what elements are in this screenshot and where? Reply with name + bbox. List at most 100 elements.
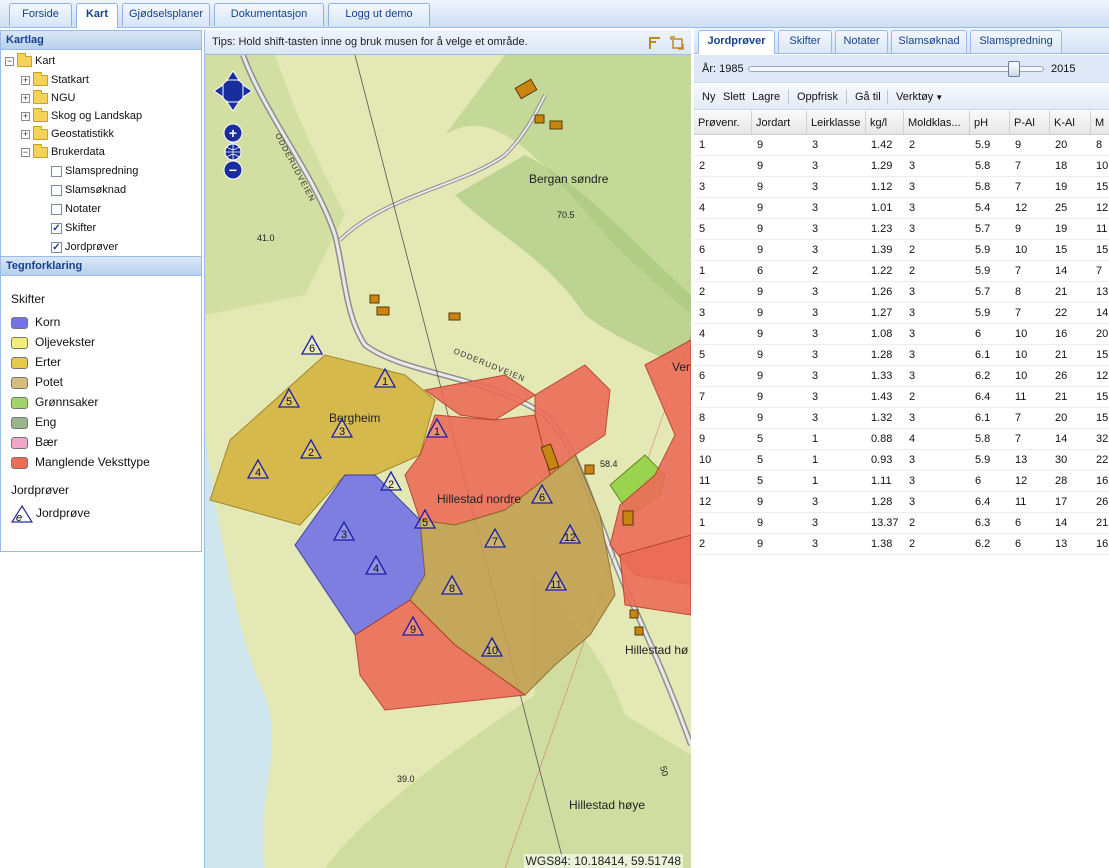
map-nav-control[interactable]: + − [213, 65, 253, 180]
collapse-icon[interactable]: − [21, 147, 30, 157]
tab-skifter[interactable]: Skifter [778, 30, 832, 53]
table-row[interactable]: 3 9 3 1.12 3 5.8 7 19 15 [694, 177, 1109, 198]
goto-button[interactable]: Gå til [855, 84, 881, 110]
select-tool-icon[interactable] [648, 35, 662, 49]
tree-folder-geostatistikk[interactable]: + Geostatistikk [21, 125, 114, 143]
column-header[interactable]: Prøvenr. [694, 111, 752, 134]
delete-button[interactable]: Slett [723, 84, 745, 110]
tab-forside[interactable]: Forside [9, 3, 72, 26]
map-svg[interactable]: Bergan søndre Bergheim Hillestad nordre … [205, 55, 691, 868]
folder-label: Geostatistikk [51, 128, 114, 140]
folder-label: NGU [51, 92, 76, 104]
table-row[interactable]: 8 9 3 1.32 3 6.1 7 20 15 [694, 408, 1109, 429]
layer-slamspredning[interactable]: Slamspredning [51, 162, 138, 180]
table-row[interactable]: 2 9 3 1.26 3 5.7 8 21 13 [694, 282, 1109, 303]
table-cell: 6.2 [975, 370, 991, 382]
tab-logg-ut[interactable]: Logg ut demo [328, 3, 430, 26]
table-row[interactable]: 12 9 3 1.28 3 6.4 11 17 26 [694, 492, 1109, 513]
tree-root[interactable]: − Kart [5, 52, 55, 70]
pan-right-icon[interactable] [242, 84, 253, 98]
refresh-button[interactable]: Oppfrisk [797, 84, 838, 110]
table-cell: 1.39 [871, 244, 893, 256]
table-cell: 10 [1096, 160, 1109, 172]
table-row[interactable]: 7 9 3 1.43 2 6.4 11 21 15 [694, 387, 1109, 408]
layer-checkbox-checked[interactable]: ✓ [51, 222, 62, 234]
measure-tool-icon[interactable] [670, 35, 684, 50]
table-cell: 9 [757, 244, 764, 256]
table-row[interactable]: 6 9 3 1.33 3 6.2 10 26 12 [694, 366, 1109, 387]
table-row[interactable]: 4 9 3 1.01 3 5.4 12 25 12 [694, 198, 1109, 219]
layer-checkbox[interactable] [51, 184, 62, 196]
layer-checkbox[interactable] [51, 165, 62, 177]
svg-text:5: 5 [286, 396, 292, 408]
table-row[interactable]: 1 9 3 13.37 2 6.3 6 14 21 [694, 513, 1109, 534]
table-row[interactable]: 5 9 3 1.23 3 5.7 9 19 11 [694, 219, 1109, 240]
tools-menu-button[interactable]: Verktøy ▼ [896, 84, 943, 111]
collapse-icon[interactable]: − [5, 56, 14, 66]
pan-circle[interactable] [220, 78, 246, 104]
table-row[interactable]: 10 5 1 0.93 3 5.9 13 30 22 [694, 450, 1109, 471]
table-cell: 7 [699, 391, 706, 403]
expand-icon[interactable]: + [21, 75, 30, 85]
pan-up-icon[interactable] [226, 70, 240, 81]
year-slider-thumb[interactable] [1008, 61, 1021, 77]
expand-icon[interactable]: + [21, 93, 30, 103]
table-cell: 6 [757, 265, 764, 277]
table-cell: 9 [757, 517, 764, 529]
year-slider-track[interactable] [748, 66, 1044, 72]
layer-skifter[interactable]: ✓ Skifter [51, 219, 96, 237]
layer-slamsoknad[interactable]: Slamsøknad [51, 181, 126, 199]
table-row[interactable]: 3 9 3 1.27 3 5.9 7 22 14 [694, 303, 1109, 324]
table-row[interactable]: 5 9 3 1.28 3 6.1 10 21 15 [694, 345, 1109, 366]
layer-label: Slamsøknad [65, 184, 127, 196]
table-cell: 9 [757, 307, 764, 319]
column-header[interactable]: K-Al [1050, 111, 1091, 134]
layer-checkbox[interactable] [51, 203, 62, 215]
table-row[interactable]: 2 9 3 1.38 2 6.2 6 13 16 [694, 534, 1109, 555]
column-header[interactable]: kg/l [866, 111, 904, 134]
table-cell: 3 [812, 181, 819, 193]
table-row[interactable]: 2 9 3 1.29 3 5.8 7 18 10 [694, 156, 1109, 177]
column-header[interactable]: pH [970, 111, 1010, 134]
table-cell: 3 [909, 412, 916, 424]
new-button[interactable]: Ny [702, 84, 715, 110]
pan-down-icon[interactable] [226, 101, 240, 112]
table-row[interactable]: 6 9 3 1.39 2 5.9 10 15 15 [694, 240, 1109, 261]
column-header[interactable]: Leirklasse [807, 111, 866, 134]
table-row[interactable]: 4 9 3 1.08 3 6 10 16 20 [694, 324, 1109, 345]
table-row[interactable]: 1 9 3 1.42 2 5.9 9 20 8 [694, 135, 1109, 156]
tab-notater[interactable]: Notater [835, 30, 888, 53]
table-cell: 9 [757, 160, 764, 172]
layer-jordprover[interactable]: ✓ Jordprøver [51, 238, 118, 256]
tab-jordprover[interactable]: Jordprøver [698, 30, 775, 54]
table-cell: 2 [909, 244, 916, 256]
table-row[interactable]: 1 6 2 1.22 2 5.9 7 14 7 [694, 261, 1109, 282]
tab-slamsoknad[interactable]: Slamsøknad [891, 30, 967, 53]
column-header[interactable]: M [1091, 111, 1109, 134]
tree-folder-brukerdata[interactable]: − Brukerdata [21, 143, 105, 161]
map-canvas[interactable]: Bergan søndre Bergheim Hillestad nordre … [205, 55, 691, 868]
tab-gjodselsplaner[interactable]: Gjødselsplaner [122, 3, 210, 26]
tree-folder-ngu[interactable]: + NGU [21, 89, 75, 107]
zoom-in-icon[interactable]: + [229, 125, 237, 141]
svg-text:4: 4 [373, 563, 379, 575]
tab-slamspredning[interactable]: Slamspredning [970, 30, 1062, 53]
tab-kart[interactable]: Kart [76, 3, 118, 28]
tree-folder-statkart[interactable]: + Statkart [21, 71, 89, 89]
table-cell: 1.32 [871, 412, 893, 424]
layer-checkbox-checked[interactable]: ✓ [51, 241, 62, 253]
layer-notater[interactable]: Notater [51, 200, 101, 218]
column-header[interactable]: Jordart [752, 111, 807, 134]
column-header[interactable]: Moldklas... [904, 111, 970, 134]
expand-icon[interactable]: + [21, 129, 30, 139]
expand-icon[interactable]: + [21, 111, 30, 121]
tree-folder-skog[interactable]: + Skog og Landskap [21, 107, 142, 125]
zoom-out-icon[interactable]: − [229, 162, 237, 178]
table-row[interactable]: 11 5 1 1.11 3 6 12 28 16 [694, 471, 1109, 492]
column-header[interactable]: P-Al [1010, 111, 1050, 134]
table-row[interactable]: 9 5 1 0.88 4 5.8 7 14 32 [694, 429, 1109, 450]
save-button[interactable]: Lagre [752, 84, 780, 110]
pan-left-icon[interactable] [213, 84, 224, 98]
table-cell: 7 [1015, 181, 1022, 193]
tab-dokumentasjon[interactable]: Dokumentasjon [214, 3, 324, 26]
